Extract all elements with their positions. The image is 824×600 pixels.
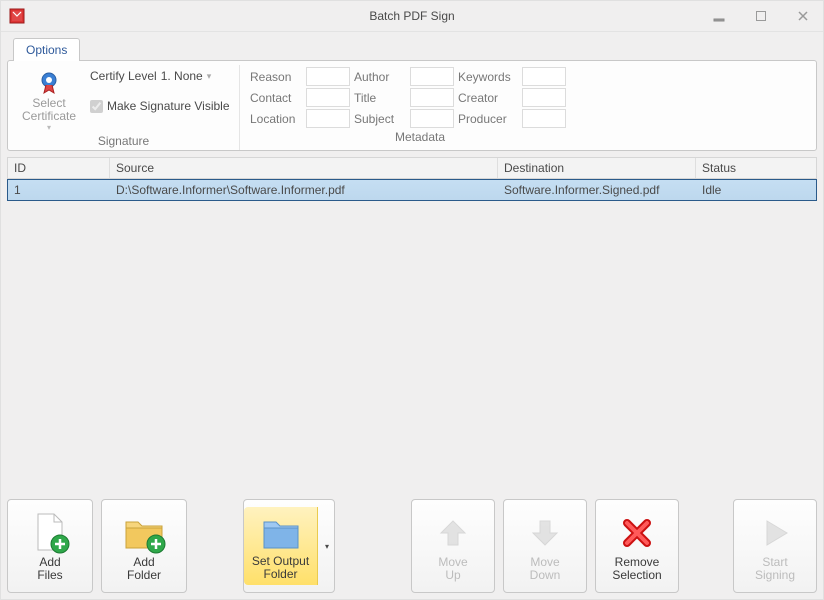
group-label-metadata: Metadata	[246, 128, 594, 144]
ribbon-group-signature: Select Certificate ▾ Certify Level 1. No…	[8, 65, 240, 150]
meta-input[interactable]	[306, 88, 350, 107]
button-label: Add Files	[37, 556, 62, 582]
ribbon-group-metadata: Reason Contact Location Author Title Sub…	[240, 65, 600, 150]
titlebar: Batch PDF Sign	[1, 1, 823, 32]
th-status[interactable]: Status	[696, 158, 816, 178]
window-title: Batch PDF Sign	[369, 9, 454, 23]
meta-producer[interactable]: Producer	[458, 109, 566, 128]
meta-label: Keywords	[458, 70, 520, 84]
cell-source: D:\Software.Informer\Software.Informer.p…	[110, 180, 498, 200]
spacer	[343, 499, 403, 593]
meta-label: Location	[250, 112, 304, 126]
meta-location[interactable]: Location	[250, 109, 350, 128]
spacer	[195, 499, 235, 593]
maximize-button[interactable]	[747, 7, 775, 25]
spacer	[687, 499, 725, 593]
meta-label: Subject	[354, 112, 408, 126]
app-icon	[9, 8, 25, 24]
make-signature-visible-checkbox[interactable]: Make Signature Visible	[90, 99, 230, 113]
start-signing-button[interactable]: Start Signing	[733, 499, 817, 593]
checkbox-label: Make Signature Visible	[107, 99, 230, 113]
certify-level-dropdown[interactable]: Certify Level 1. None ▾	[90, 69, 230, 83]
button-label: Add Folder	[127, 556, 161, 582]
arrow-down-icon	[527, 515, 563, 551]
select-certificate-button[interactable]: Select Certificate ▾	[16, 67, 82, 132]
folder-blue-icon	[260, 514, 302, 554]
meta-label: Creator	[458, 91, 520, 105]
select-certificate-label: Select Certificate	[22, 97, 76, 123]
meta-keywords[interactable]: Keywords	[458, 67, 566, 86]
cell-id: 1	[8, 180, 110, 200]
chevron-down-icon: ▾	[47, 123, 51, 132]
cell-destination: Software.Informer.Signed.pdf	[498, 180, 696, 200]
meta-author[interactable]: Author	[354, 67, 454, 86]
arrow-up-icon	[435, 515, 471, 551]
meta-label: Contact	[250, 91, 304, 105]
minimize-button[interactable]	[705, 7, 733, 25]
th-source[interactable]: Source	[110, 158, 498, 178]
ribbon-panel: Select Certificate ▾ Certify Level 1. No…	[7, 60, 817, 151]
window: Batch PDF Sign Options Select Certificat…	[0, 0, 824, 600]
close-x-icon	[619, 515, 655, 551]
meta-label: Reason	[250, 70, 304, 84]
meta-reason[interactable]: Reason	[250, 67, 350, 86]
add-folder-button[interactable]: Add Folder	[101, 499, 187, 593]
play-icon	[757, 515, 793, 551]
button-label: Move Up	[438, 556, 467, 582]
add-files-button[interactable]: Add Files	[7, 499, 93, 593]
cell-status: Idle	[696, 180, 816, 200]
meta-input[interactable]	[522, 109, 566, 128]
meta-input[interactable]	[522, 88, 566, 107]
certify-level-value: 1. None	[161, 69, 203, 83]
ribbon-icon	[35, 69, 63, 97]
meta-title[interactable]: Title	[354, 88, 454, 107]
tab-options[interactable]: Options	[13, 38, 80, 61]
certify-level-label: Certify Level	[90, 69, 157, 83]
meta-subject[interactable]: Subject	[354, 109, 454, 128]
table-header: ID Source Destination Status	[7, 157, 817, 179]
meta-input[interactable]	[410, 109, 454, 128]
button-label: Move Down	[530, 556, 561, 582]
meta-input[interactable]	[306, 67, 350, 86]
th-id[interactable]: ID	[8, 158, 110, 178]
folder-add-icon	[122, 512, 166, 554]
bottom-toolbar: Add Files Add Folder Set Output Folder ▾…	[7, 499, 817, 593]
group-label-signature: Signature	[14, 132, 233, 148]
meta-input[interactable]	[410, 67, 454, 86]
meta-input[interactable]	[306, 109, 350, 128]
th-destination[interactable]: Destination	[498, 158, 696, 178]
button-label: Remove Selection	[612, 556, 661, 582]
window-controls	[705, 7, 817, 25]
set-output-folder-button[interactable]: Set Output Folder ▾	[243, 499, 335, 593]
close-button[interactable]	[789, 7, 817, 25]
move-up-button[interactable]: Move Up	[411, 499, 495, 593]
file-add-icon	[30, 512, 70, 554]
chevron-down-icon: ▾	[207, 71, 212, 82]
button-label: Start Signing	[755, 556, 795, 582]
move-down-button[interactable]: Move Down	[503, 499, 587, 593]
ribbon: Options Select Certificate ▾ Certify Lev…	[7, 36, 817, 151]
table-row[interactable]: 1 D:\Software.Informer\Software.Informer…	[7, 179, 817, 201]
remove-selection-button[interactable]: Remove Selection	[595, 499, 679, 593]
chevron-down-icon: ▾	[325, 542, 329, 551]
split-arrow[interactable]: ▾	[320, 542, 334, 551]
button-label: Set Output Folder	[252, 555, 309, 581]
meta-creator[interactable]: Creator	[458, 88, 566, 107]
meta-label: Title	[354, 91, 408, 105]
checkbox-input[interactable]	[90, 100, 103, 113]
meta-input[interactable]	[522, 67, 566, 86]
meta-contact[interactable]: Contact	[250, 88, 350, 107]
file-table: ID Source Destination Status 1 D:\Softwa…	[7, 157, 817, 493]
meta-label: Author	[354, 70, 408, 84]
meta-label: Producer	[458, 112, 520, 126]
tab-row: Options	[7, 36, 817, 60]
meta-input[interactable]	[410, 88, 454, 107]
